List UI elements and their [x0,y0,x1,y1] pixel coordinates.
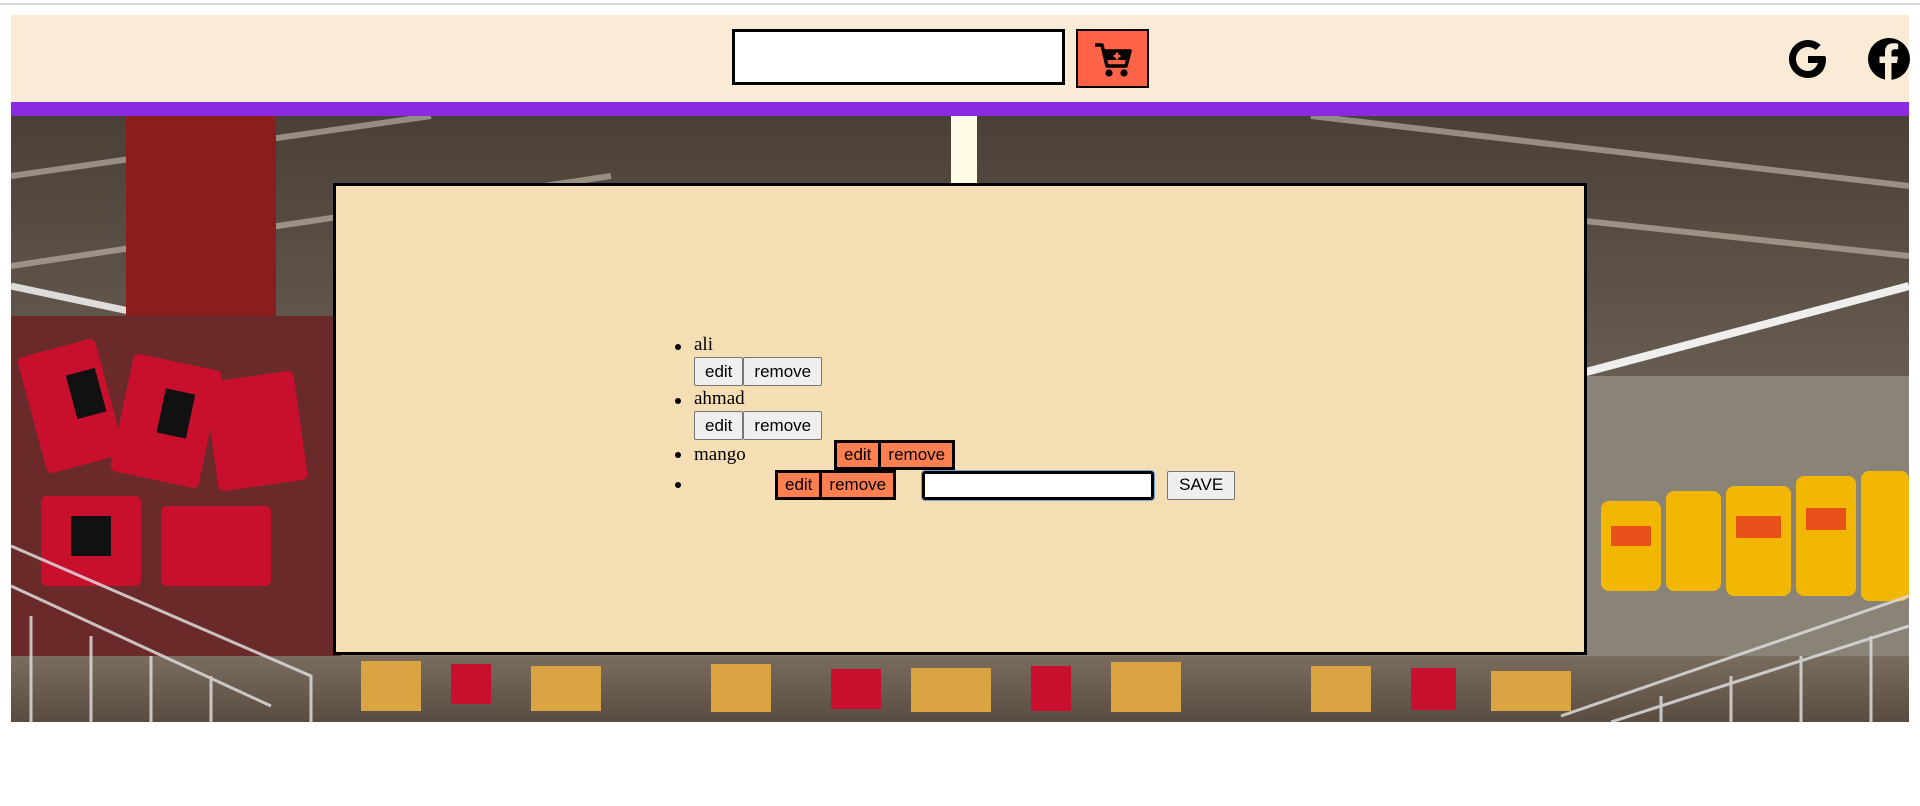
remove-button[interactable]: remove [743,411,823,440]
item-label: ali [694,334,713,355]
cart-plus-icon [1094,42,1132,77]
item-input[interactable] [732,29,1065,85]
list-item: ahmad edit remove [674,387,1235,441]
remove-button[interactable]: remove [743,357,823,386]
edit-item-input[interactable] [921,469,1156,501]
edit-button[interactable]: edit [775,470,823,500]
add-item-button[interactable] [1076,29,1149,88]
remove-button[interactable]: remove [822,470,897,500]
list-item: ali edit remove [674,333,1235,387]
shopping-list-panel: ali edit remove ahmad edit remove mango ed… [333,183,1587,655]
shopping-list: ali edit remove ahmad edit remove mango ed… [674,333,1236,501]
accent-bar [11,102,1909,116]
item-label: mango [694,444,746,465]
edit-button[interactable]: edit [694,411,744,440]
browser-top-rule [0,3,1920,5]
facebook-icon[interactable] [1865,35,1913,83]
save-button[interactable]: SAVE [1167,470,1236,500]
item-label: ahmad [694,388,745,409]
edit-button[interactable]: edit [834,440,882,470]
google-icon[interactable] [1784,35,1832,83]
top-header [11,15,1910,102]
edit-button[interactable]: edit [694,357,744,386]
remove-button[interactable]: remove [881,440,956,470]
list-item: mango edit remove [674,440,1235,471]
list-item-editing: edit remove SAVE [674,469,1236,501]
